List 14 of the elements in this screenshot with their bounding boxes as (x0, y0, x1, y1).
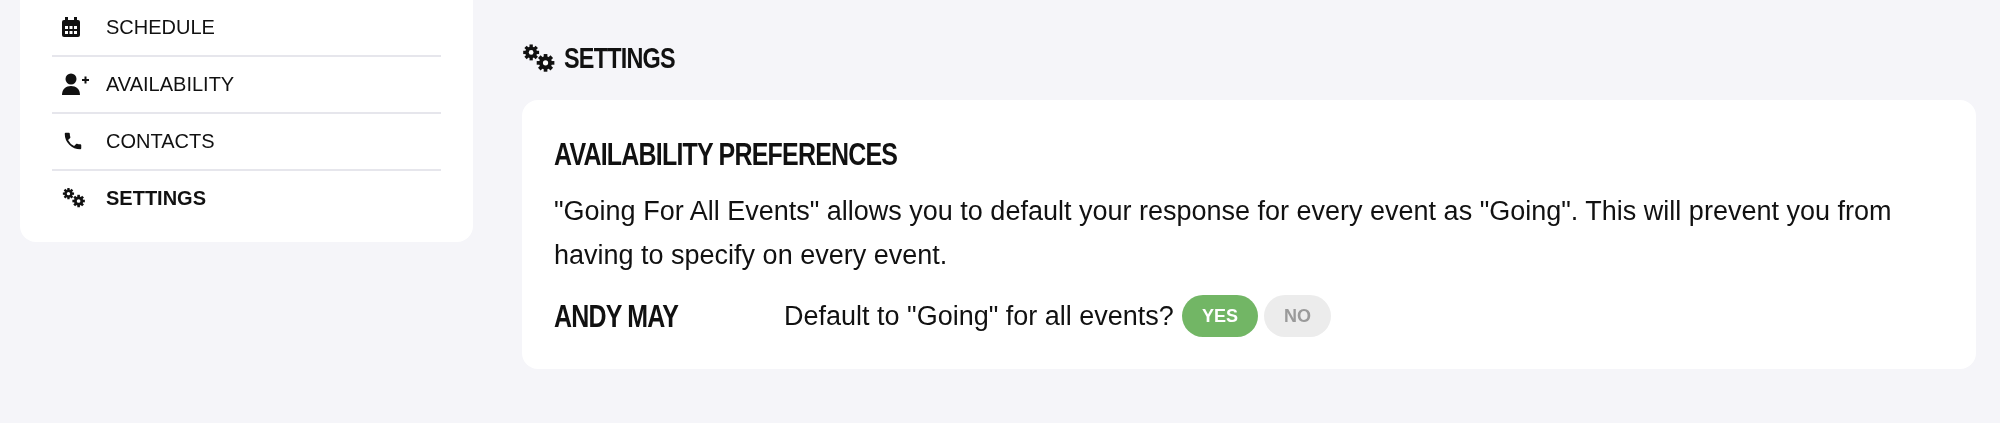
question-text: Default to "Going" for all events? (784, 300, 1174, 332)
user-plus-icon (62, 73, 90, 95)
sidebar-item[interactable]: AVAILABILITY (106, 72, 235, 96)
description-text: "Going For All Events" allows you to default your response for every event as "Going". This will prevent you from having to specify on every event. (554, 195, 1893, 272)
sidebar-item[interactable]: SCHEDULE (106, 15, 215, 39)
sidebar-item[interactable]: CONTACTS (106, 129, 215, 153)
card-title: AVAILABILITY PREFERENCES (554, 136, 898, 173)
sidebar-item[interactable]: SETTINGS (106, 186, 206, 210)
settings-icon (62, 187, 86, 209)
person-name: ANDY MAY (554, 297, 680, 335)
calendar-icon (62, 17, 80, 37)
phone-icon (62, 130, 84, 152)
page-title: SETTINGS (564, 41, 675, 75)
settings-icon (522, 42, 556, 74)
